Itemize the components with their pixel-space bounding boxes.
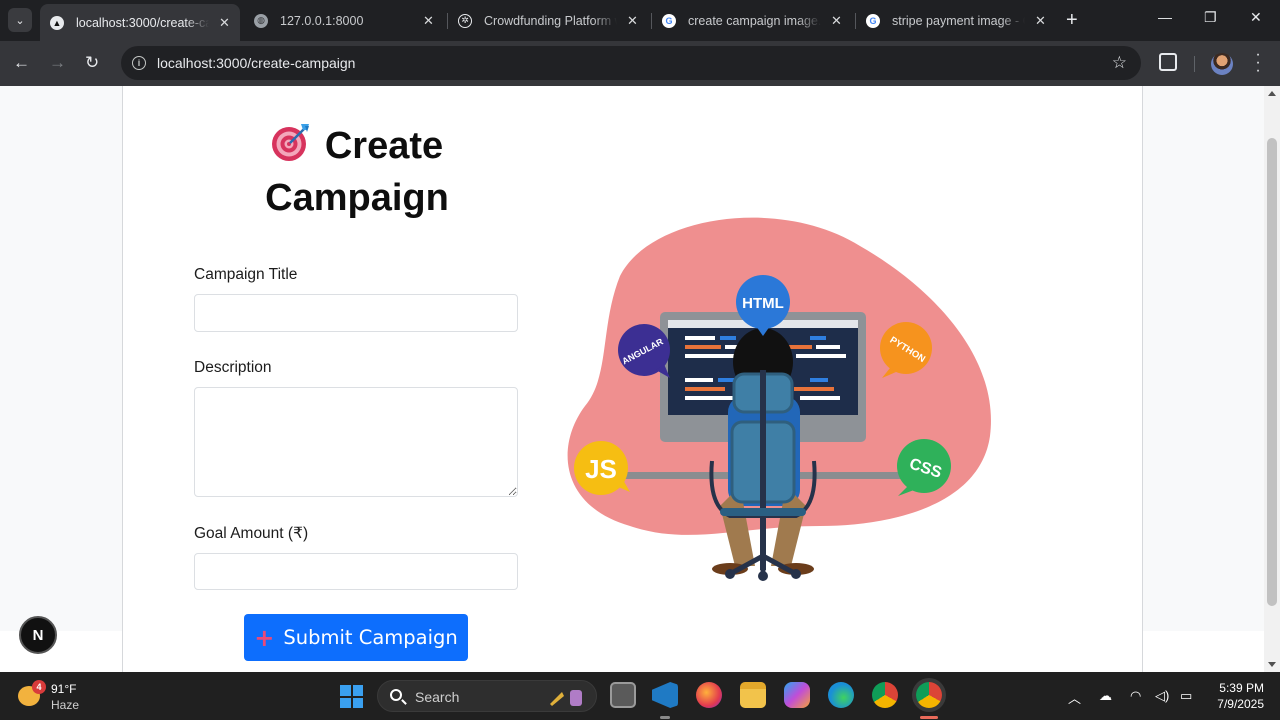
taskbar-search-box[interactable]: Search — [377, 680, 597, 712]
developer-illustration: HTML ANGULAR PYTHON JS CSS — [567, 217, 991, 581]
tray-overflow-chevron-icon[interactable]: ︿ — [1068, 688, 1081, 707]
tab-search-chevron-icon[interactable]: ⌄ — [8, 8, 32, 32]
tab-title: create campaign image.png — [688, 13, 821, 28]
chrome-active-indicator — [920, 716, 938, 719]
plus-icon: + — [254, 623, 275, 652]
goal-amount-label: Goal Amount (₹) — [194, 525, 309, 542]
nextjs-favicon-icon: ▲ — [50, 15, 64, 30]
goal-amount-input[interactable] — [194, 553, 518, 590]
window-close-icon[interactable]: ✕ — [1250, 9, 1262, 26]
tab-create-campaign[interactable]: ▲ localhost:3000/create-campaign ✕ — [40, 4, 240, 41]
site-info-icon[interactable]: i — [132, 56, 146, 70]
tab-google-create-campaign-image[interactable]: G create campaign image.png ✕ — [652, 6, 852, 35]
address-bar[interactable]: i localhost:3000/create-campaign ☆ — [121, 46, 1141, 80]
scroll-down-arrow-icon[interactable] — [1268, 662, 1276, 667]
google-icon: G — [866, 13, 880, 28]
copilot-icon[interactable] — [784, 682, 810, 708]
chrome-icon[interactable] — [872, 682, 898, 708]
tab-title: stripe payment image - Google — [892, 13, 1025, 28]
browser-menu-kebab-icon[interactable]: · · · — [1255, 47, 1261, 79]
scroll-up-arrow-icon[interactable] — [1268, 91, 1276, 96]
openai-icon: ✲ — [458, 13, 472, 28]
taskbar-search-placeholder: Search — [415, 689, 460, 705]
bubble-label-html: HTML — [742, 295, 784, 312]
wifi-icon[interactable]: ◠ — [1130, 688, 1141, 704]
battery-icon[interactable]: ▭ — [1180, 688, 1192, 704]
clock-time: 5:39 PM — [1219, 681, 1264, 695]
extensions-puzzle-icon[interactable] — [1159, 53, 1177, 71]
system-clock[interactable]: 5:39 PM 7/9/2025 — [1200, 680, 1264, 712]
task-view-icon[interactable] — [610, 682, 636, 708]
minimize-icon[interactable]: — — [1158, 9, 1172, 25]
bookmark-star-icon[interactable]: ☆ — [1112, 53, 1127, 73]
nextjs-dev-tools-badge[interactable]: N — [19, 616, 57, 654]
tab-title: Crowdfunding Platform with — [484, 13, 617, 28]
bubble-label-js: JS — [585, 454, 617, 484]
google-icon: G — [662, 13, 676, 28]
vscode-icon[interactable] — [652, 682, 678, 708]
description-textarea[interactable] — [194, 387, 518, 497]
close-icon[interactable]: ✕ — [423, 13, 434, 29]
tab-local-server[interactable]: ◍ 127.0.0.1:8000 ✕ — [244, 6, 444, 35]
profile-avatar[interactable] — [1211, 53, 1233, 75]
tab-title: localhost:3000/create-campaign — [76, 15, 209, 30]
chrome-profile-icon[interactable] — [916, 682, 942, 708]
submit-campaign-label: Submit Campaign — [283, 626, 458, 649]
tab-google-stripe-image[interactable]: G stripe payment image - Google ✕ — [856, 6, 1056, 35]
windows-taskbar: 4 91°F Haze Search ︿ ☁ ◠ ◁) ▭ 5:39 PM 7/… — [0, 672, 1280, 720]
search-icon — [390, 689, 402, 701]
close-icon[interactable]: ✕ — [627, 13, 638, 29]
new-tab-plus-icon[interactable]: + — [1066, 9, 1078, 31]
campaign-title-label: Campaign Title — [194, 266, 298, 283]
tab-chatgpt[interactable]: ✲ Crowdfunding Platform with ✕ — [448, 6, 648, 35]
onedrive-cloud-icon[interactable]: ☁ — [1099, 688, 1112, 704]
forward-arrow-icon[interactable]: → — [49, 53, 66, 73]
back-arrow-icon[interactable]: ← — [13, 53, 30, 73]
browser-tab-strip: ⌄ ▲ localhost:3000/create-campaign ✕ ◍ 1… — [0, 0, 1280, 41]
reload-icon[interactable]: ↻ — [85, 53, 99, 73]
clock-date: 7/9/2025 — [1217, 697, 1264, 711]
edge-icon[interactable] — [828, 682, 854, 708]
page-title: Create Campaign — [232, 122, 482, 222]
close-icon[interactable]: ✕ — [1035, 13, 1046, 29]
address-bar-url[interactable]: localhost:3000/create-campaign — [157, 55, 355, 71]
vscode-running-indicator — [660, 716, 670, 719]
weather-condition: Haze — [51, 698, 80, 712]
tab-title: 127.0.0.1:8000 — [280, 13, 364, 28]
description-label: Description — [194, 359, 272, 376]
file-explorer-icon[interactable] — [740, 682, 766, 708]
firefox-icon[interactable] — [696, 682, 722, 708]
browser-toolbar: ← → ↻ i localhost:3000/create-campaign ☆… — [0, 41, 1280, 86]
toolbar-separator — [1194, 56, 1195, 72]
submit-campaign-button[interactable]: + Submit Campaign — [244, 614, 468, 661]
windows-start-icon[interactable] — [340, 685, 363, 708]
volume-icon[interactable]: ◁) — [1155, 688, 1169, 704]
close-icon[interactable]: ✕ — [219, 15, 230, 31]
campaign-title-input[interactable] — [194, 294, 518, 332]
globe-icon: ◍ — [254, 13, 268, 28]
page-scrollbar[interactable] — [1264, 86, 1280, 672]
search-highlight-icon — [550, 690, 582, 706]
notification-badge: 4 — [32, 680, 46, 694]
close-icon[interactable]: ✕ — [831, 13, 842, 29]
weather-temperature: 91°F — [51, 682, 77, 696]
page-viewport: Create Campaign Campaign Title Descripti… — [0, 86, 1264, 672]
scrollbar-thumb[interactable] — [1267, 138, 1277, 606]
restore-icon[interactable]: ❐ — [1204, 9, 1217, 26]
target-dart-icon — [271, 122, 311, 174]
